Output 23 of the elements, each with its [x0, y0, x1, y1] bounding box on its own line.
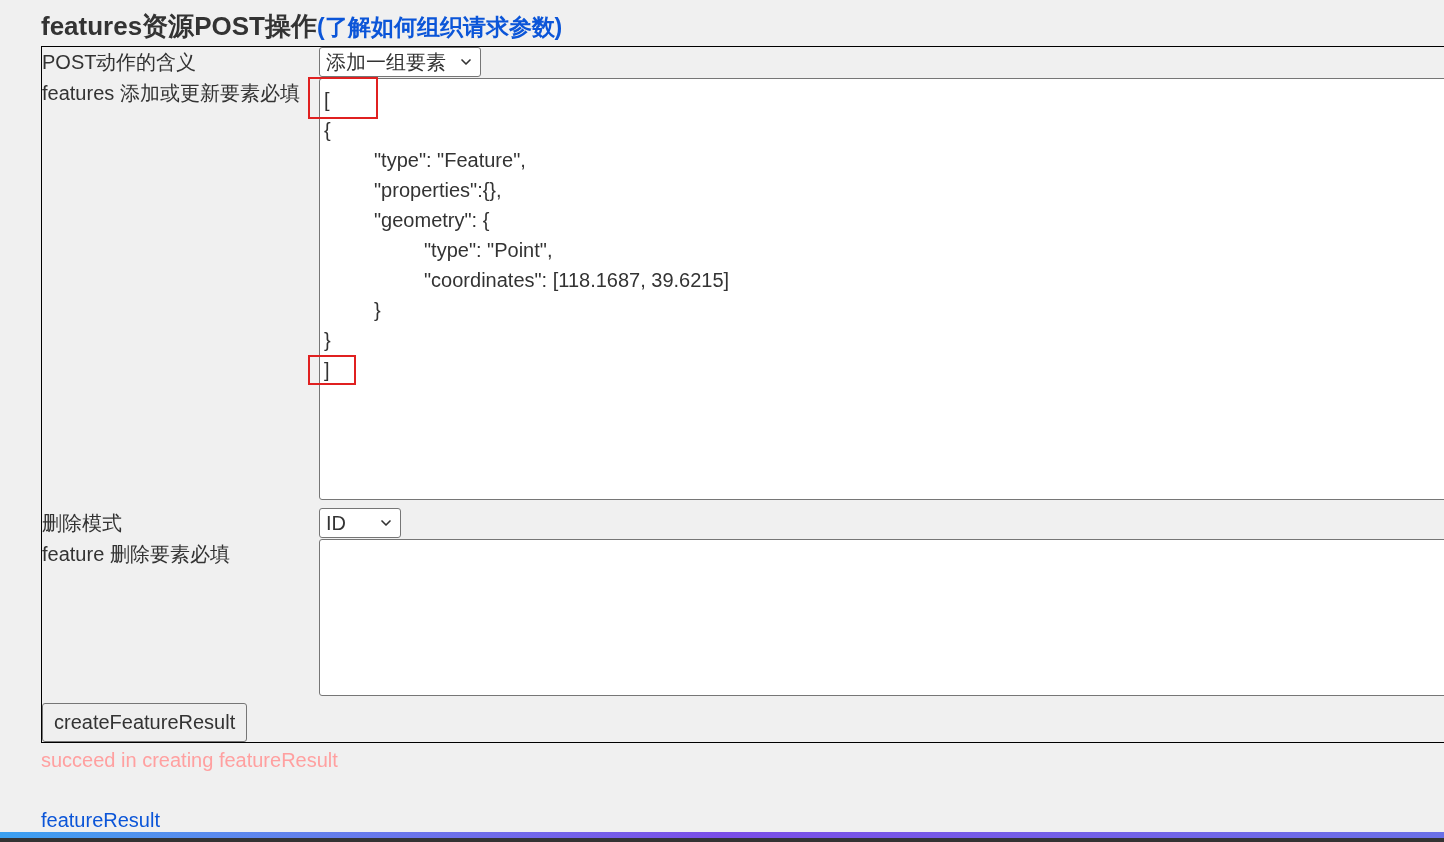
field-label: POST动作的含义: [42, 49, 198, 75]
dropdown[interactable]: ID: [319, 507, 401, 538]
dropdown[interactable]: 添加一组要素: [319, 46, 481, 77]
code-line: [: [324, 88, 330, 111]
code-line: "coordinates": [118.1687, 39.6215]: [423, 268, 730, 291]
code-line: "properties":{},: [373, 178, 502, 201]
code-line: "geometry": {: [373, 208, 490, 231]
code-line: {: [324, 118, 331, 141]
code-line: }: [373, 298, 381, 321]
code-line: "type": "Point",: [423, 238, 553, 261]
field-label: 删除模式: [42, 510, 123, 536]
create-feature-result-button[interactable]: createFeatureResult: [42, 702, 248, 742]
help-link[interactable]: (了解如何组织请求参数): [316, 10, 563, 45]
field-label: feature 删除要素必填: [42, 541, 231, 567]
result-link[interactable]: featureResult: [41, 804, 160, 835]
status-message: succeed in creating featureResult: [41, 747, 339, 773]
code-line: ]: [324, 358, 330, 381]
code-line: "type": "Feature",: [373, 148, 526, 171]
json-input-field[interactable]: [319, 538, 1444, 696]
json-input-field[interactable]: [ { "type": "Feature", "properties":{}, "geometry": { "type": "Point", "coordinates": [118.1687, 39.6215] } } ]: [319, 77, 1444, 500]
page-title: features资源POST操作: [41, 10, 317, 43]
field-label: features 添加或更新要素必填: [42, 80, 301, 106]
code-line: }: [324, 328, 331, 351]
